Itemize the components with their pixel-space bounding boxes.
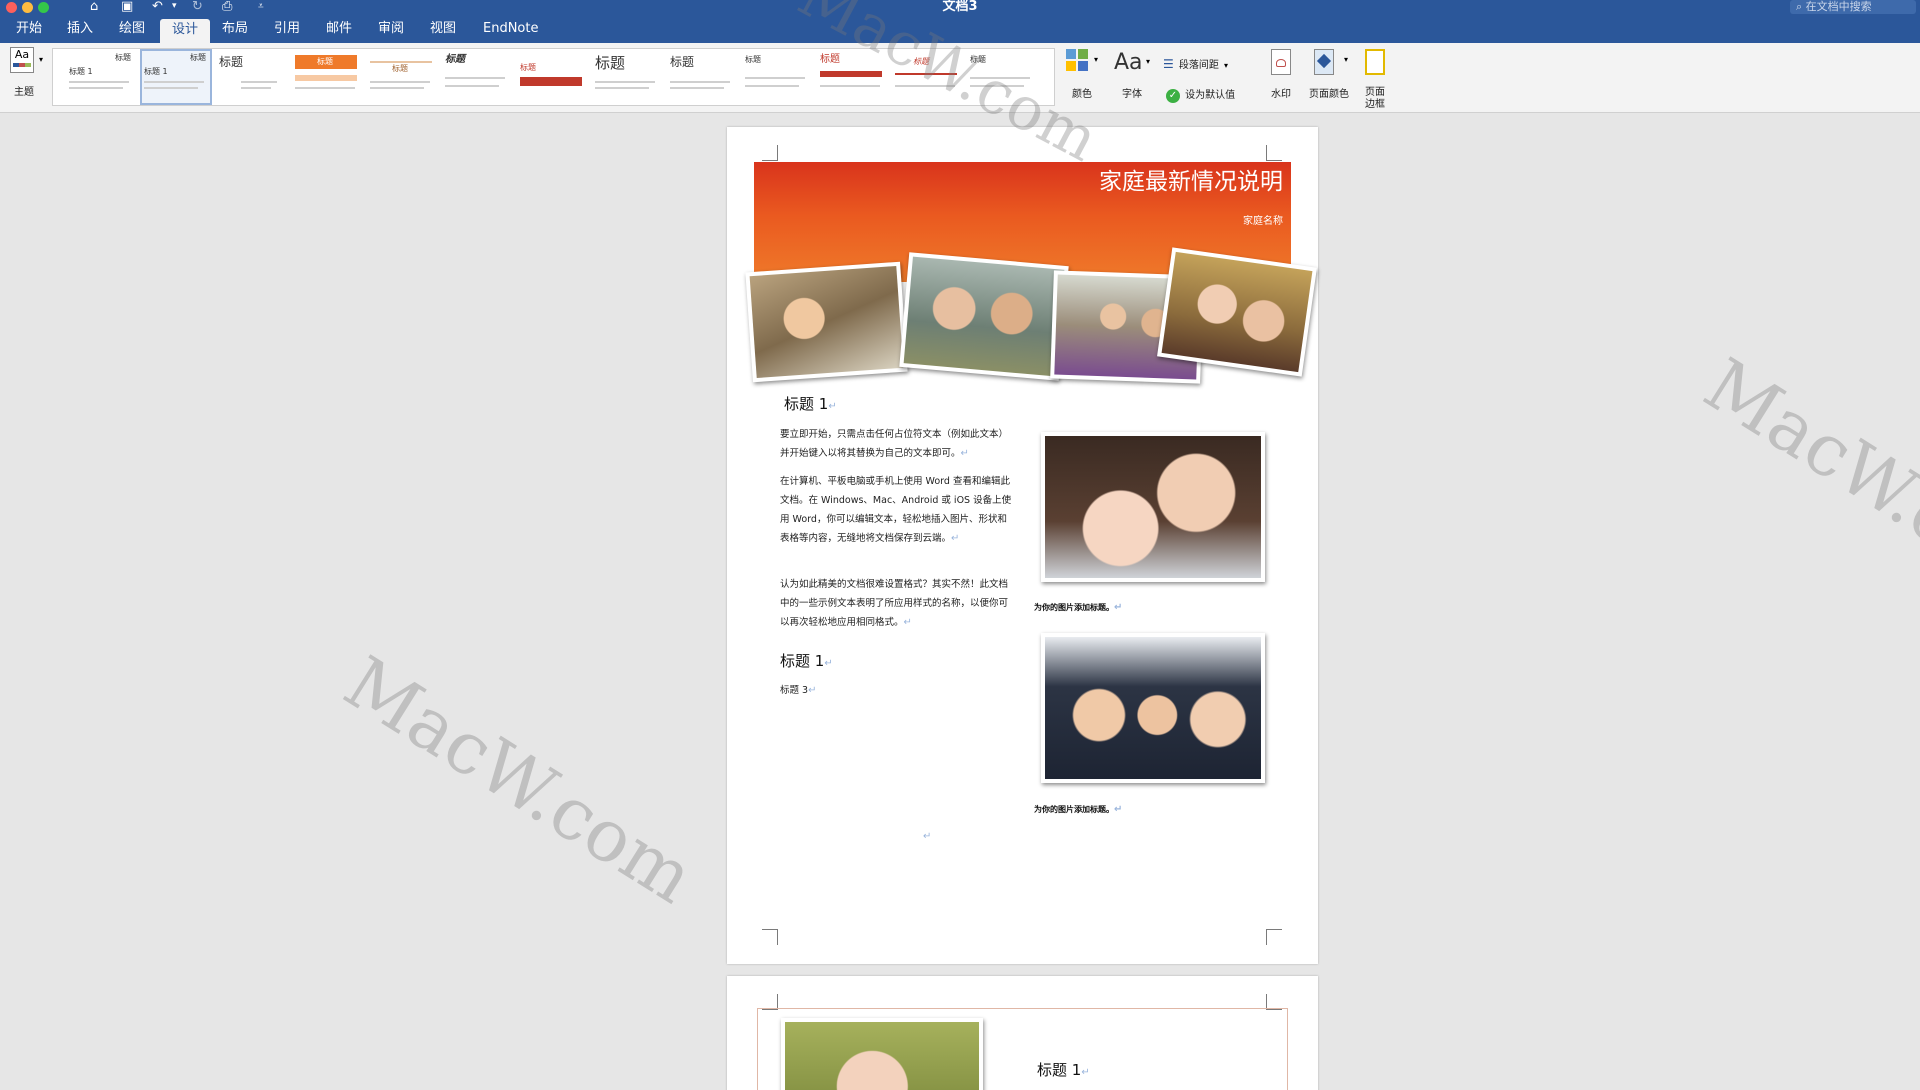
body-paragraph-1[interactable]: 要立即开始，只需点击任何占位符文本（例如此文本）并开始键入以将其替换为自己的文本… <box>780 425 1013 463</box>
fonts-label: 字体 <box>1122 89 1142 100</box>
photo-mother-and-daughter[interactable] <box>1157 247 1317 377</box>
tab-layout[interactable]: 布局 <box>222 21 248 37</box>
document-page-2[interactable]: 标题 1↵ <box>727 976 1318 1090</box>
site-watermark: MacW.com <box>330 640 709 920</box>
fonts-icon: Aa <box>1114 50 1143 75</box>
style-thumb-5[interactable]: 标题 <box>368 51 436 103</box>
search-input[interactable]: ⌕ 在文档中搜索 <box>1790 0 1916 14</box>
tab-home[interactable]: 开始 <box>16 21 42 37</box>
document-title: 文档3 <box>942 0 978 14</box>
page-color-icon <box>1314 49 1334 75</box>
paragraph-spacing-button[interactable]: ☰ 段落间距 ▾ <box>1163 53 1243 71</box>
search-placeholder: 在文档中搜索 <box>1805 0 1872 13</box>
margin-corner <box>1266 929 1282 945</box>
photo-boy-at-table[interactable] <box>745 261 908 383</box>
heading-3[interactable]: 标题 3↵ <box>780 681 816 700</box>
site-watermark: MacW.com <box>1690 342 1920 622</box>
tab-draw[interactable]: 绘图 <box>119 21 145 37</box>
style-thumb-3[interactable]: 标题 <box>217 51 285 103</box>
tab-review[interactable]: 审阅 <box>378 21 404 37</box>
photo-father-and-son[interactable] <box>899 252 1069 381</box>
style-thumb-1[interactable]: 标题 标题 1 <box>67 51 135 103</box>
paragraph-spacing-label: 段落间距 <box>1178 60 1219 71</box>
watermark-button[interactable]: 水印 <box>1264 47 1298 105</box>
document-page-1[interactable]: 家庭最新情况说明 家庭名称 标题 1↵ 要立即开始，只需点击任何占位符文本（例如… <box>727 127 1318 964</box>
tab-insert[interactable]: 插入 <box>67 21 93 37</box>
themes-label: 主题 <box>14 87 34 98</box>
photo-graduates[interactable] <box>1041 633 1265 783</box>
tab-view[interactable]: 视图 <box>430 21 456 37</box>
checkmark-icon: ✓ <box>1166 89 1180 103</box>
heading-1-second[interactable]: 标题 1↵ <box>780 652 833 673</box>
tab-endnote[interactable]: EndNote <box>483 21 538 37</box>
page-color-label: 页面颜色 <box>1309 89 1349 100</box>
paragraph-mark: ↵ <box>923 831 932 842</box>
fonts-button[interactable]: Aa ▾ 字体 <box>1110 47 1154 105</box>
style-thumb-8[interactable]: 标题 <box>593 51 661 103</box>
set-as-default-button[interactable]: ✓ 设为默认值 <box>1166 83 1252 103</box>
family-name-field[interactable]: 家庭名称 <box>1243 212 1283 227</box>
paragraph-spacing-icon: ☰ <box>1163 57 1174 71</box>
photo-smiling-girl[interactable] <box>781 1018 983 1090</box>
body-paragraph-3[interactable]: 认为如此精美的文档很难设置格式？其实不然！此文档中的一些示例文本表明了所应用样式… <box>780 575 1013 632</box>
margin-corner <box>762 145 778 161</box>
banner-title[interactable]: 家庭最新情况说明 <box>1099 168 1283 196</box>
style-thumb-4[interactable]: 标题 <box>293 51 361 103</box>
style-thumb-7[interactable]: 标题 <box>518 51 586 103</box>
tab-design[interactable]: 设计 <box>160 19 211 43</box>
photo-mother-and-baby[interactable] <box>1041 432 1265 582</box>
page-borders-label: 页面 边框 <box>1365 87 1385 110</box>
chevron-down-icon: ▾ <box>1344 55 1349 64</box>
heading-1[interactable]: 标题 1↵ <box>784 395 837 416</box>
chevron-down-icon: ▾ <box>1146 57 1151 66</box>
themes-button[interactable]: Aa ▾ 主题 <box>6 47 46 105</box>
watermark-label: 水印 <box>1271 89 1291 100</box>
theme-icon: Aa <box>10 47 34 73</box>
title-bar: ⌂ ▣ ↶ ▾ ↻ ⎙ ⩡ 文档3 ⌕ 在文档中搜索 <box>0 0 1920 15</box>
set-as-default-label: 设为默认值 <box>1185 90 1236 101</box>
style-thumb-6[interactable]: 标题 <box>443 51 511 103</box>
body-paragraph-2[interactable]: 在计算机、平板电脑或手机上使用 Word 查看和编辑此文档。在 Windows、… <box>780 472 1013 548</box>
page-borders-icon <box>1365 49 1385 75</box>
watermark-icon <box>1271 49 1291 75</box>
page-2-heading-1[interactable]: 标题 1↵ <box>1037 1061 1090 1082</box>
color-palette-icon <box>1066 49 1088 71</box>
tab-mailings[interactable]: 邮件 <box>326 21 352 37</box>
style-thumb-9[interactable]: 标题 <box>668 51 736 103</box>
search-icon: ⌕ <box>1796 0 1803 13</box>
style-thumb-2[interactable]: 标题 标题 1 <box>140 49 212 105</box>
photo-caption-1[interactable]: 为你的图片添加标题。↵ <box>1034 602 1122 613</box>
margin-corner <box>762 929 778 945</box>
tab-references[interactable]: 引用 <box>274 21 300 37</box>
margin-corner <box>1266 145 1282 161</box>
photo-caption-2[interactable]: 为你的图片添加标题。↵ <box>1034 804 1122 815</box>
style-thumb-10[interactable]: 标题 <box>743 51 811 103</box>
chevron-down-icon: ▾ <box>1223 61 1228 70</box>
chevron-down-icon: ▾ <box>39 55 44 64</box>
page-borders-button[interactable]: 页面 边框 <box>1360 47 1390 110</box>
page-color-button[interactable]: ▾ 页面颜色 <box>1304 47 1354 105</box>
chevron-down-icon: ▾ <box>1094 55 1099 64</box>
